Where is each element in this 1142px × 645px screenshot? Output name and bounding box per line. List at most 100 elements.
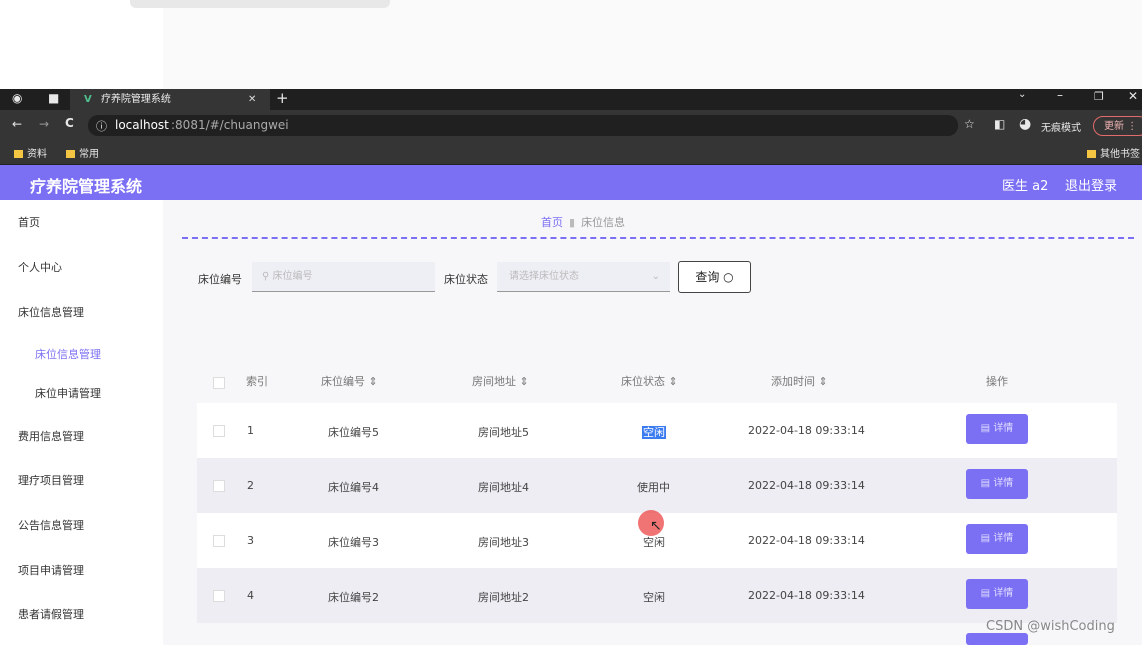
folder-icon xyxy=(66,150,75,158)
header-bed-no[interactable]: 床位编号 ⇕ xyxy=(321,373,378,389)
header-room[interactable]: 房间地址 ⇕ xyxy=(472,373,529,389)
sort-icon[interactable]: ⇕ xyxy=(819,375,828,388)
selected-status-text: 空闲 xyxy=(642,426,666,439)
sidebar-item-bed-info-group[interactable]: 床位信息管理 xyxy=(18,304,84,320)
breadcrumb-separator-icon: ▮ xyxy=(569,216,576,229)
new-tab-icon[interactable]: + xyxy=(276,89,289,107)
reload-icon[interactable]: C xyxy=(65,116,74,130)
sidebar-item-notice[interactable]: 公告信息管理 xyxy=(18,517,84,533)
sidebar-item-fee-info[interactable]: 费用信息管理 xyxy=(18,428,84,444)
detail-button-label: 详情 xyxy=(993,533,1014,544)
logout-link[interactable]: 退出登录 xyxy=(1065,175,1117,194)
bookmark-folder-changyong[interactable]: 常用 xyxy=(66,145,99,160)
header-room-label: 房间地址 xyxy=(472,375,516,388)
row-bed-no: 床位编号2 xyxy=(328,591,379,604)
sidebar-item-patient-leave[interactable]: 患者请假管理 xyxy=(18,606,84,622)
detail-button[interactable]: ▤ 详情 xyxy=(966,524,1028,554)
detail-button[interactable]: ▤ 详情 xyxy=(966,469,1028,499)
sidebar-item-home[interactable]: 首页 xyxy=(18,214,40,230)
row-index: 2 xyxy=(247,479,254,492)
bed-no-placeholder: 床位编号 xyxy=(272,271,313,282)
row-index: 3 xyxy=(247,534,254,547)
header-time-label: 添加时间 xyxy=(771,375,815,388)
tab-close-icon[interactable]: ✕ xyxy=(248,89,256,110)
detail-button[interactable]: ▤ 详情 xyxy=(966,579,1028,609)
bookmark-star-icon[interactable]: ☆ xyxy=(964,117,975,131)
window-close-icon[interactable]: ✕ xyxy=(1128,89,1138,103)
row-checkbox[interactable] xyxy=(213,590,225,602)
row-status: 使用中 xyxy=(637,481,670,494)
sidebar-item-therapy[interactable]: 理疗项目管理 xyxy=(18,472,84,488)
bookmark-folder-ziliao[interactable]: 资料 xyxy=(14,145,47,160)
document-icon: ▤ xyxy=(980,533,991,544)
top-smudge xyxy=(130,0,390,8)
forward-icon[interactable]: → xyxy=(39,117,49,131)
tab-list-icon[interactable]: ■ xyxy=(48,91,59,105)
row-status: 空闲 xyxy=(643,591,665,604)
sort-icon[interactable]: ⇕ xyxy=(520,375,529,388)
side-panel-icon[interactable]: ◧ xyxy=(994,117,1005,131)
restore-icon[interactable]: ❐ xyxy=(1094,90,1104,103)
current-user: 医生 a2 xyxy=(1002,179,1049,194)
sidebar-item-project-application[interactable]: 项目申请管理 xyxy=(18,562,84,578)
folder-icon xyxy=(14,150,23,158)
row-index: 4 xyxy=(247,589,254,602)
detail-button-label: 详情 xyxy=(993,478,1014,489)
sort-icon[interactable]: ⇕ xyxy=(669,375,678,388)
url-host: localhost xyxy=(115,118,169,132)
tab-search-icon[interactable]: ⌄ xyxy=(1018,89,1026,100)
status-placeholder: 请选择床位状态 xyxy=(509,271,579,282)
sidebar-item-profile[interactable]: 个人中心 xyxy=(18,259,62,275)
row-time: 2022-04-18 09:33:14 xyxy=(748,589,865,602)
update-button[interactable]: 更新 ⋮ xyxy=(1093,116,1142,136)
browser-tab[interactable]: V 疗养院管理系统 ✕ xyxy=(70,89,270,110)
back-icon[interactable]: ← xyxy=(12,117,22,131)
search-button-label: 查询 xyxy=(695,270,720,284)
minimize-icon[interactable]: – xyxy=(1057,88,1063,102)
sort-icon[interactable]: ⇕ xyxy=(369,375,378,388)
header-index: 索引 xyxy=(246,375,268,388)
document-icon: ▤ xyxy=(980,588,991,599)
row-room: 房间地址3 xyxy=(478,536,529,549)
status-select[interactable]: 请选择床位状态 ⌄ xyxy=(497,262,670,292)
site-info-icon[interactable]: ⓘ xyxy=(96,118,107,134)
bookmark-label: 资料 xyxy=(27,149,47,160)
folder-icon xyxy=(1087,150,1096,158)
header-bed-no-label: 床位编号 xyxy=(321,375,365,388)
select-all-checkbox[interactable] xyxy=(213,377,225,389)
search-button[interactable]: 查询 ○ xyxy=(678,261,751,293)
header-status[interactable]: 床位状态 ⇕ xyxy=(621,373,678,389)
mouse-pointer-icon: ↖ xyxy=(650,518,662,534)
update-label: 更新 xyxy=(1104,121,1124,132)
row-checkbox[interactable] xyxy=(213,425,225,437)
breadcrumb-home[interactable]: 首页 xyxy=(541,216,563,229)
search-icon: ⚲ xyxy=(262,271,270,282)
row-checkbox[interactable] xyxy=(213,480,225,492)
app-title: 疗养院管理系统 xyxy=(30,177,143,196)
bed-no-search-input[interactable]: ⚲ 床位编号 xyxy=(252,262,435,292)
row-bed-no: 床位编号5 xyxy=(328,426,379,439)
bookmarks-bar xyxy=(0,140,1142,165)
other-bookmarks[interactable]: 其他书签 xyxy=(1087,145,1140,160)
detail-button-label: 详情 xyxy=(993,423,1014,434)
watermark: CSDN @wishCoding xyxy=(986,619,1115,634)
tab-title: 疗养院管理系统 xyxy=(100,94,171,105)
document-icon: ▤ xyxy=(980,478,991,489)
breadcrumb: 首页 ▮ 床位信息 xyxy=(541,214,625,230)
app-header xyxy=(0,165,1142,200)
sidebar-item-bed-application[interactable]: 床位申请管理 xyxy=(35,385,101,401)
dashed-divider xyxy=(182,237,1134,239)
row-room: 房间地址2 xyxy=(478,591,529,604)
header-time[interactable]: 添加时间 ⇕ xyxy=(771,373,828,389)
row-checkbox[interactable] xyxy=(213,535,225,547)
document-icon: ▤ xyxy=(980,423,991,434)
row-status: 空闲 xyxy=(643,536,665,549)
row-index: 1 xyxy=(247,424,254,437)
other-bookmarks-label: 其他书签 xyxy=(1100,149,1140,160)
browser-profile-icon[interactable]: ◉ xyxy=(12,91,22,105)
row-room: 房间地址4 xyxy=(478,481,529,494)
detail-button[interactable]: ▤ 详情 xyxy=(966,414,1028,444)
sidebar-item-bed-info[interactable]: 床位信息管理 xyxy=(35,346,101,362)
detail-button-partial[interactable] xyxy=(966,633,1028,645)
url-input[interactable]: ⓘ localhost :8081/#/chuangwei xyxy=(88,115,958,136)
